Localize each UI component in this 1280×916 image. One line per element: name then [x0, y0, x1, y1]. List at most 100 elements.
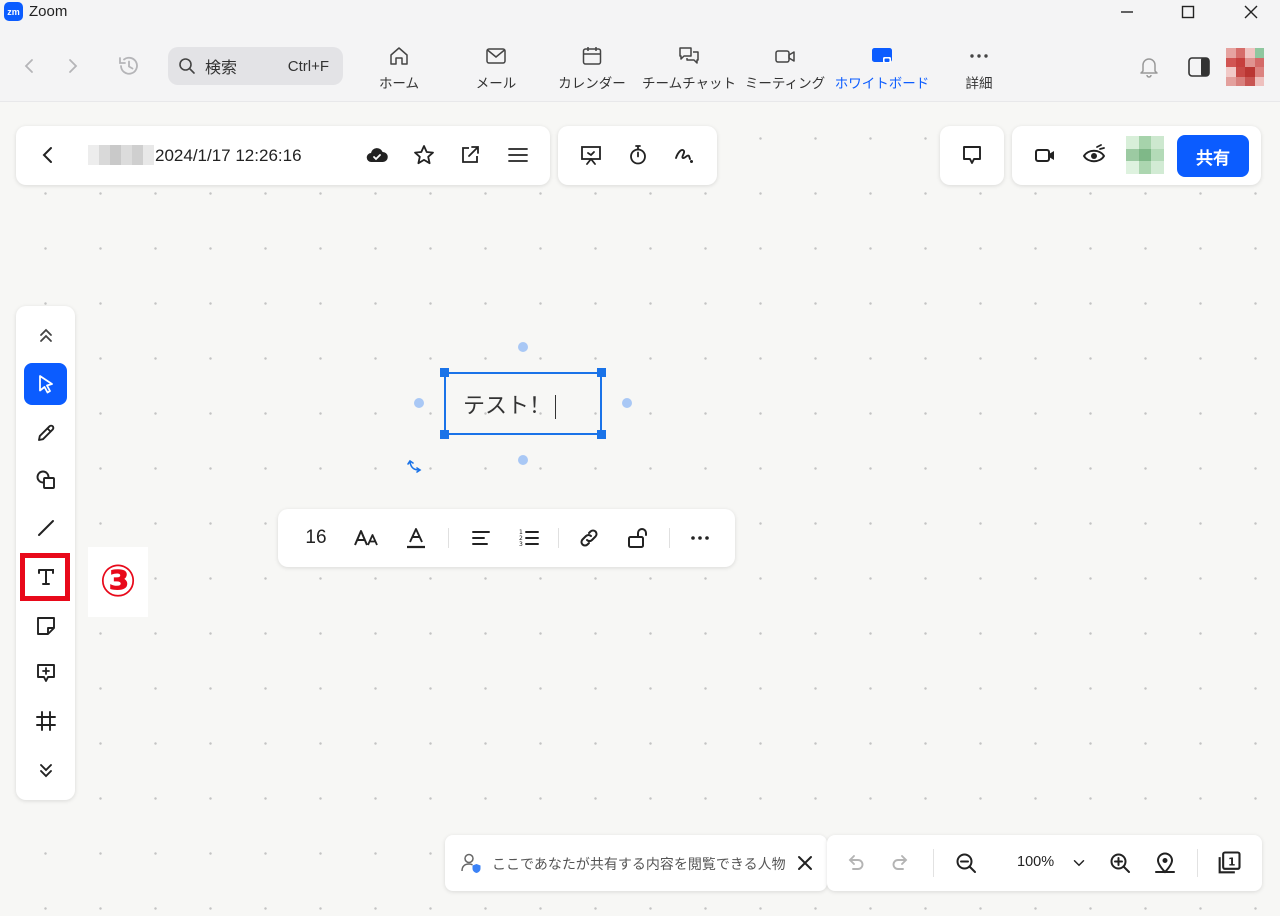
forward-arrow-icon[interactable]	[62, 56, 82, 76]
tab-more[interactable]: 詳細	[931, 44, 1027, 92]
share-visibility-text: ここであなたが共有する内容を閲覧できる人物	[492, 857, 786, 873]
tab-team-chat[interactable]: チームチャット	[641, 44, 737, 92]
chevron-double-up-icon	[39, 328, 52, 342]
zoom-separator	[933, 849, 934, 877]
menu-button[interactable]	[504, 141, 532, 169]
video-icon	[775, 50, 795, 63]
laser-pointer-icon	[675, 149, 693, 163]
tab-calendar[interactable]: カレンダー	[544, 44, 640, 92]
more-options-button[interactable]	[686, 524, 714, 552]
resize-handle-top-left[interactable]	[440, 368, 449, 377]
resize-handle-bottom-left[interactable]	[440, 430, 449, 439]
tab-whiteboard-label: ホワイトボード	[834, 76, 930, 92]
text-box-content[interactable]: テスト！	[463, 388, 557, 420]
list-button[interactable]: 123	[515, 524, 543, 552]
undo-button[interactable]	[841, 849, 869, 877]
start-video-button[interactable]	[1031, 141, 1059, 169]
mail-icon	[486, 48, 506, 64]
tab-meeting[interactable]: ミーティング	[737, 44, 833, 92]
timer-button[interactable]	[624, 141, 652, 169]
app-title: Zoom	[29, 3, 68, 20]
undo-icon	[848, 855, 864, 870]
board-title: 2024/1/17 12:26:16	[155, 146, 302, 165]
open-external-button[interactable]	[456, 141, 484, 169]
font-size-selector[interactable]: 16	[302, 524, 330, 552]
top-navigation: 検索 Ctrl+F ホーム メール カレンダー チームチャット ミーティング ホ…	[0, 24, 1280, 102]
history-icon[interactable]	[116, 53, 142, 79]
text-box[interactable]: テスト！	[444, 372, 602, 435]
shape-tool[interactable]	[24, 459, 67, 501]
share-visibility-notice: ここであなたが共有する内容を閲覧できる人物	[445, 835, 827, 891]
cloud-save-button[interactable]	[363, 141, 391, 169]
frame-tool[interactable]	[24, 700, 67, 742]
search-label: 検索	[205, 58, 238, 77]
zoom-dropdown-button[interactable]	[1065, 849, 1093, 877]
line-tool[interactable]	[24, 507, 67, 549]
dismiss-notice-button[interactable]	[791, 849, 819, 877]
cursor-arrow-icon	[38, 375, 53, 394]
presentation-icon	[581, 146, 601, 165]
annotation-step-badge: ③	[88, 547, 148, 617]
locate-button[interactable]	[1151, 849, 1179, 877]
tab-meeting-label: ミーティング	[744, 76, 826, 92]
right-anchor-handle[interactable]	[622, 398, 632, 408]
align-text-button[interactable]	[467, 524, 495, 552]
search-shortcut: Ctrl+F	[287, 57, 329, 75]
tab-mail-label: メール	[475, 76, 517, 92]
search-input[interactable]: 検索 Ctrl+F	[168, 47, 343, 85]
presentation-tools-panel	[558, 126, 717, 185]
laser-pointer-button[interactable]	[670, 141, 698, 169]
back-arrow-icon[interactable]	[20, 56, 40, 76]
close-window-button[interactable]	[1228, 0, 1274, 24]
comment-tool[interactable]	[24, 652, 67, 694]
line-icon	[37, 520, 54, 536]
text-case-button[interactable]	[353, 524, 381, 552]
sticky-note-tool[interactable]	[24, 605, 67, 647]
rotate-handle-icon[interactable]	[406, 457, 424, 475]
zoom-in-button[interactable]	[1106, 849, 1134, 877]
share-button[interactable]: 共有	[1177, 135, 1249, 177]
format-separator	[448, 528, 449, 548]
resize-handle-bottom-right[interactable]	[597, 430, 606, 439]
blurred-owner-name	[88, 145, 154, 165]
tab-home[interactable]: ホーム	[351, 44, 447, 92]
board-back-button[interactable]	[34, 141, 62, 169]
follow-view-button[interactable]	[1080, 141, 1108, 169]
collaborator-avatar[interactable]	[1126, 136, 1164, 174]
pen-tool[interactable]	[24, 412, 67, 454]
text-color-button[interactable]	[402, 524, 430, 552]
bottom-anchor-handle[interactable]	[518, 455, 528, 465]
tab-mail[interactable]: メール	[448, 44, 544, 92]
numbered-list-icon: 123	[519, 529, 539, 548]
zoom-out-button[interactable]	[952, 849, 980, 877]
comments-panel	[940, 126, 1004, 185]
zoom-controls-bar: 100% 1	[827, 835, 1262, 891]
add-comment-icon	[36, 664, 55, 682]
left-anchor-handle[interactable]	[414, 398, 424, 408]
collapse-toolbar-button[interactable]	[24, 314, 67, 356]
side-panel-icon[interactable]	[1186, 54, 1212, 80]
board-header-panel: 2024/1/17 12:26:16	[16, 126, 550, 185]
lock-button[interactable]	[623, 524, 651, 552]
present-button[interactable]	[577, 141, 605, 169]
favorite-button[interactable]	[410, 141, 438, 169]
text-color-icon	[407, 528, 425, 549]
resize-handle-top-right[interactable]	[597, 368, 606, 377]
zoom-out-icon	[956, 853, 976, 873]
tab-whiteboard[interactable]: ホワイトボード	[834, 44, 930, 92]
comments-button[interactable]	[958, 141, 986, 169]
pages-button[interactable]: 1	[1215, 849, 1243, 877]
maximize-button[interactable]	[1165, 0, 1211, 24]
annotation-highlight-box	[20, 553, 70, 601]
redo-button[interactable]	[887, 849, 915, 877]
top-anchor-handle[interactable]	[518, 342, 528, 352]
expand-toolbar-button[interactable]	[24, 750, 67, 792]
link-button[interactable]	[575, 524, 603, 552]
minimize-button[interactable]	[1104, 0, 1150, 24]
hamburger-menu-icon	[508, 148, 528, 162]
avatar[interactable]	[1226, 48, 1264, 86]
notification-bell-icon[interactable]	[1136, 54, 1162, 80]
timer-icon	[630, 145, 646, 165]
shapes-icon	[36, 470, 55, 489]
select-tool[interactable]	[24, 363, 67, 405]
